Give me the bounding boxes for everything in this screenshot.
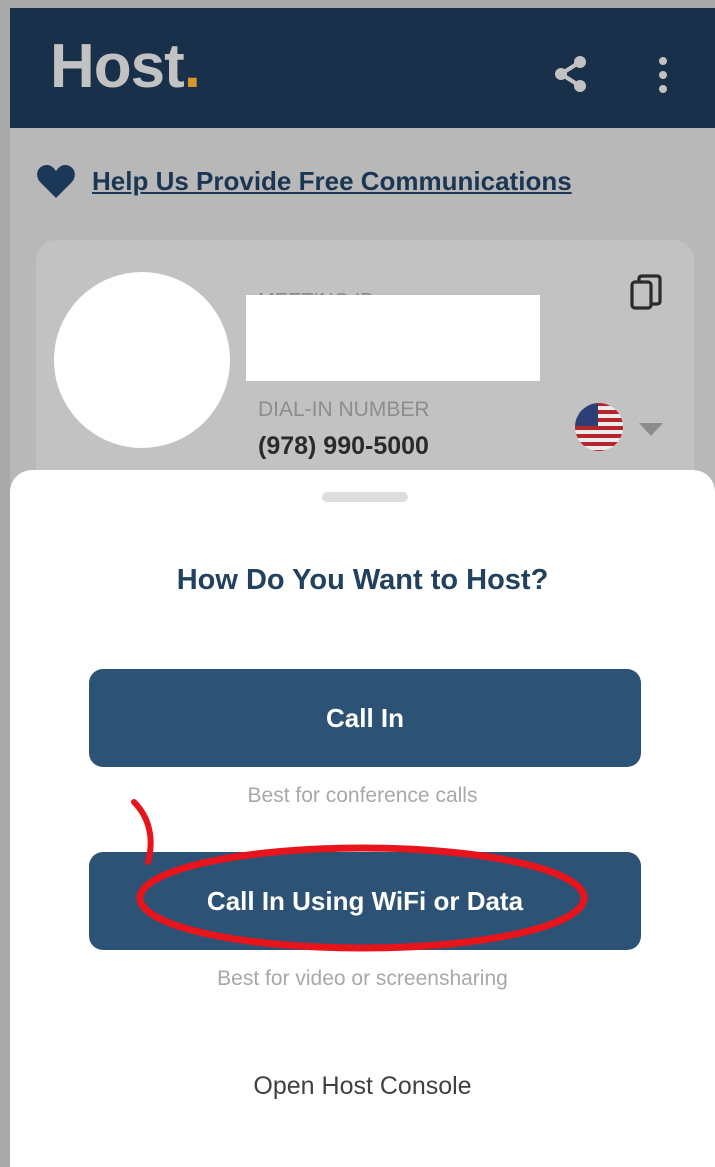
logo-dot: . bbox=[183, 32, 201, 101]
copy-icon[interactable] bbox=[630, 274, 662, 314]
us-flag-icon[interactable] bbox=[574, 402, 624, 452]
heart-icon bbox=[37, 165, 75, 198]
more-vertical-icon[interactable] bbox=[656, 56, 670, 96]
dial-in-number: (978) 990-5000 bbox=[258, 432, 429, 460]
phone-screen: Host. Help Us Provide Free Communication… bbox=[10, 8, 715, 1167]
sheet-drag-handle[interactable] bbox=[322, 492, 408, 502]
share-icon[interactable] bbox=[553, 54, 589, 94]
chevron-down-icon[interactable] bbox=[639, 423, 663, 437]
app-logo: Host. bbox=[50, 36, 201, 98]
sheet-title: How Do You Want to Host? bbox=[176, 564, 549, 596]
logo-text: Host bbox=[50, 32, 185, 101]
help-link[interactable]: Help Us Provide Free Communications bbox=[92, 166, 572, 197]
top-app-bar: Host. bbox=[10, 8, 715, 128]
avatar bbox=[54, 272, 230, 448]
call-in-hint: Best for conference calls bbox=[247, 784, 478, 807]
help-row[interactable]: Help Us Provide Free Communications bbox=[36, 163, 572, 199]
meeting-id-redaction bbox=[246, 295, 540, 381]
call-in-wifi-button[interactable]: Call In Using WiFi or Data bbox=[89, 852, 641, 950]
dial-in-label: DIAL-IN NUMBER bbox=[258, 398, 430, 421]
call-in-wifi-hint: Best for video or screensharing bbox=[217, 967, 508, 990]
open-host-console-link[interactable]: Open Host Console bbox=[10, 1072, 715, 1101]
call-in-button[interactable]: Call In bbox=[89, 669, 641, 767]
bottom-sheet: How Do You Want to Host? Call In Best fo… bbox=[10, 470, 715, 1167]
